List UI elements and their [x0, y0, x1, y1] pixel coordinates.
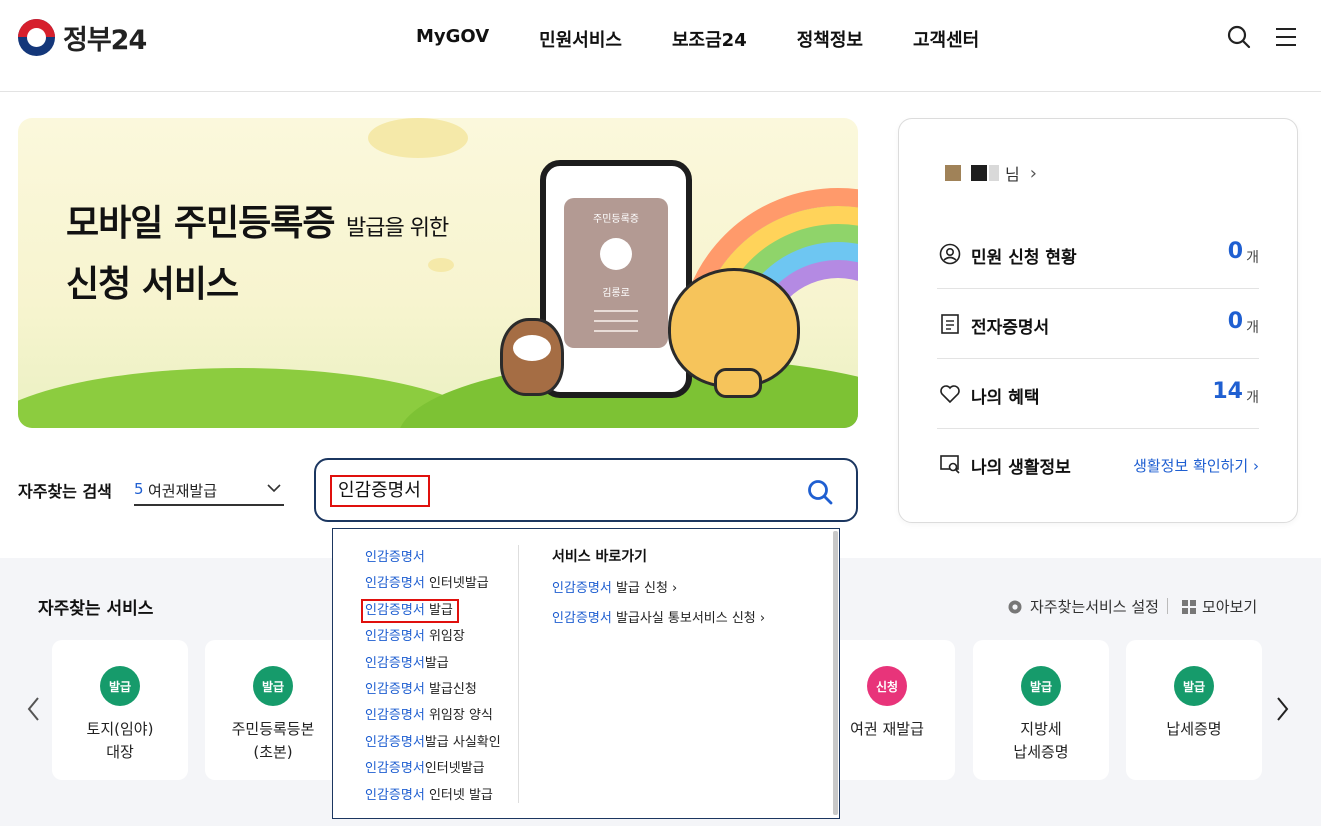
suggestion-item[interactable]: 인감증명서 위임장 양식 — [365, 703, 501, 729]
nav-subsidy24[interactable]: 보조금24 — [672, 26, 747, 52]
suggestion-item[interactable]: 인감증명서 위임장 — [365, 624, 501, 650]
suggestion-item-highlighted[interactable]: 인감증명서 발급 — [361, 598, 501, 624]
grid-icon — [1182, 599, 1196, 614]
suggestion-item[interactable]: 인감증명서 — [365, 545, 501, 571]
heart-icon — [940, 385, 960, 404]
service-card[interactable]: 발급 납세증명 — [1126, 640, 1262, 780]
apply-badge: 신청 — [867, 666, 907, 706]
quick-search-value: 여권재발급 — [148, 482, 218, 500]
divider — [1167, 598, 1168, 614]
main-search-input[interactable]: 인감증명서 — [330, 475, 430, 507]
gear-icon — [1008, 600, 1022, 613]
user-circle-icon — [939, 243, 961, 265]
user-summary-panel: 님 › 민원 신청 현황 0 개 전자증명서 0 개 나의 혜택 14 개 나의… — [898, 118, 1298, 523]
highlight-box — [361, 598, 459, 623]
chevron-right-icon: › — [1029, 162, 1037, 184]
stat-e-certificates[interactable]: 전자증명서 0 개 — [937, 289, 1259, 359]
quick-search-select[interactable]: 5 여권재발급 — [134, 474, 284, 506]
chevron-right-icon[interactable] — [1272, 694, 1292, 724]
masked-name-block — [971, 165, 987, 181]
monitor-search-icon — [940, 455, 960, 474]
suggestion-item[interactable]: 인감증명서 발급신청 — [365, 677, 501, 703]
user-name-suffix: 님 — [1005, 165, 1020, 184]
view-all-button[interactable]: 모아보기 — [1182, 596, 1257, 617]
suggestion-item[interactable]: 인감증명서발급 — [365, 651, 501, 677]
taegeuk-logo-icon — [18, 19, 55, 56]
quick-search-label: 자주찾는 검색 — [18, 482, 112, 501]
stat-count: 0 — [1227, 239, 1243, 264]
nav-policy-info[interactable]: 정책정보 — [797, 26, 863, 52]
stat-life-info: 나의 생활정보 생활정보 확인하기 › — [937, 429, 1259, 499]
gov24-logo[interactable]: 정부24 — [18, 18, 147, 57]
suggestion-item[interactable]: 인감증명서 인터넷 발급 — [365, 783, 501, 809]
document-icon — [941, 314, 959, 334]
logo-text: 정부24 — [63, 25, 147, 56]
search-icon[interactable] — [1226, 24, 1252, 50]
issue-badge: 발급 — [1021, 666, 1061, 706]
stat-count: 0 — [1227, 309, 1243, 334]
nav-customer-center[interactable]: 고객센터 — [913, 26, 979, 52]
dropdown-scrollbar[interactable] — [833, 531, 838, 815]
stat-application-status[interactable]: 민원 신청 현황 0 개 — [937, 219, 1259, 289]
squirrel-mascot-body — [714, 368, 762, 398]
search-submit-icon[interactable] — [806, 478, 834, 506]
avatar-icon — [600, 238, 632, 270]
favorite-settings-button[interactable]: 자주찾는서비스 설정 — [1006, 596, 1159, 617]
chevron-down-icon — [267, 484, 281, 493]
suggestion-item[interactable]: 인감증명서발급 사실확인 — [365, 730, 501, 756]
owl-mascot — [500, 318, 564, 396]
issue-badge: 발급 — [100, 666, 140, 706]
id-card-illustration: 주민등록증 김롱로 — [564, 198, 668, 348]
service-card[interactable]: 발급 주민등록등본 (초본) — [205, 640, 341, 780]
cloud-decoration — [368, 118, 468, 158]
favorite-services-title: 자주찾는 서비스 — [38, 599, 154, 619]
divider — [518, 545, 519, 803]
hamburger-menu-icon[interactable] — [1273, 24, 1299, 50]
suggestion-list: 인감증명서 인감증명서 인터넷발급 인감증명서 발급 인감증명서 위임장 인감증… — [361, 545, 501, 809]
quick-search-rank: 5 — [134, 480, 144, 498]
shortcut-link[interactable]: 인감증명서 발급사실 통보서비스 신청 › — [552, 605, 765, 635]
shortcut-link[interactable]: 인감증명서 발급 신청 › — [552, 575, 765, 605]
masked-name-block — [945, 165, 961, 181]
nav-mygov[interactable]: MyGOV — [416, 26, 489, 52]
banner-title: 모바일 주민등록증 발급을 위한 신청 서비스 — [66, 203, 449, 305]
stat-my-benefits[interactable]: 나의 혜택 14 개 — [937, 359, 1259, 429]
service-shortcuts-title: 서비스 바로가기 — [552, 549, 648, 565]
promo-banner[interactable]: 모바일 주민등록증 발급을 위한 신청 서비스 주민등록증 김롱로 — [18, 118, 858, 428]
issue-badge: 발급 — [1174, 666, 1214, 706]
search-autocomplete-dropdown: 인감증명서 인감증명서 인터넷발급 인감증명서 발급 인감증명서 위임장 인감증… — [332, 528, 840, 819]
life-info-link[interactable]: 생활정보 확인하기 › — [1133, 455, 1259, 476]
stat-count: 14 — [1212, 379, 1243, 404]
chevron-left-icon[interactable] — [24, 694, 44, 724]
nav-civil-services[interactable]: 민원서비스 — [539, 26, 622, 52]
main-search-box: 인감증명서 — [314, 458, 858, 522]
service-card[interactable]: 발급 토지(임야) 대장 — [52, 640, 188, 780]
masked-name-block — [989, 165, 999, 181]
service-card[interactable]: 발급 지방세 납세증명 — [973, 640, 1109, 780]
issue-badge: 발급 — [253, 666, 293, 706]
suggestion-item[interactable]: 인감증명서 인터넷발급 — [365, 571, 501, 597]
site-header: 정부24 MyGOV 민원서비스 보조금24 정책정보 고객센터 — [0, 0, 1321, 92]
suggestion-item[interactable]: 인감증명서인터넷발급 — [365, 756, 501, 782]
main-nav: MyGOV 민원서비스 보조금24 정책정보 고객센터 — [416, 26, 1029, 52]
service-shortcuts: 서비스 바로가기 인감증명서 발급 신청 › 인감증명서 발급사실 통보서비스 … — [552, 545, 765, 635]
user-profile-link[interactable]: 님 › — [945, 161, 1037, 185]
